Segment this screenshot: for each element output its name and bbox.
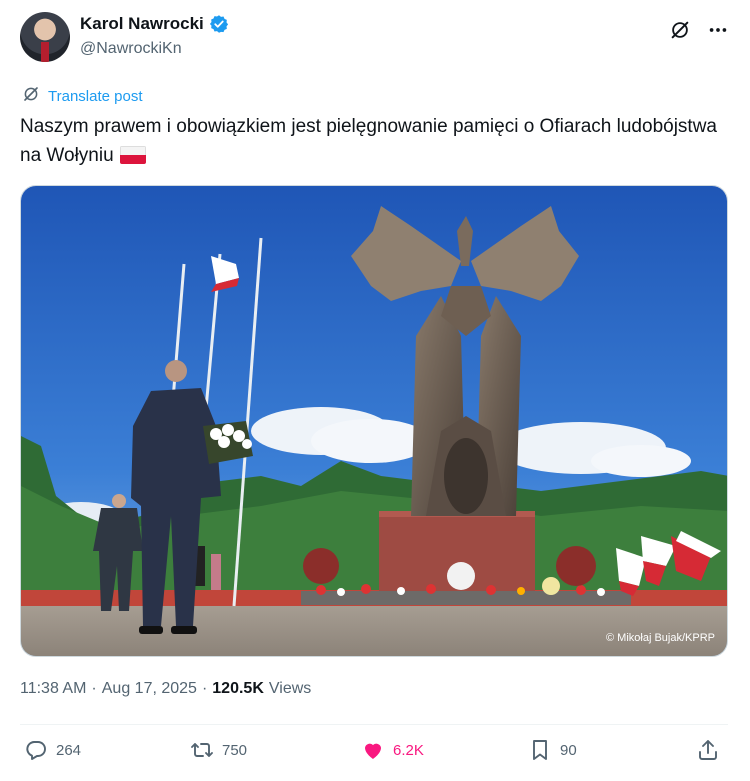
divider: [20, 724, 728, 725]
post-meta: 11:38 AM · Aug 17, 2025 · 120.5K Views: [20, 680, 311, 698]
poland-flag-icon: [119, 146, 146, 164]
reply-button[interactable]: 264: [24, 738, 81, 762]
reply-icon: [26, 741, 46, 760]
action-bar: 264 750 6.2K 90: [20, 738, 728, 772]
author-handle[interactable]: @NawrockiKn: [80, 40, 182, 58]
more-options-icon[interactable]: [706, 18, 730, 42]
meta-separator: ·: [91, 680, 97, 697]
photo-credit: © Mikołaj Bujak/KPRP: [606, 632, 715, 644]
views-label: Views: [268, 680, 312, 697]
post-time[interactable]: 11:38 AM: [20, 680, 86, 698]
bookmark-icon: [533, 740, 547, 760]
like-button[interactable]: 6.2K: [361, 738, 424, 762]
reply-count: 264: [56, 741, 82, 759]
translate-icon: [22, 85, 40, 108]
grok-icon[interactable]: [668, 18, 692, 42]
header-actions: [668, 18, 730, 42]
post-text: Naszym prawem i obowiązkiem jest pielęgn…: [20, 112, 720, 170]
share-icon: [699, 740, 717, 760]
meta-separator: ·: [201, 680, 208, 697]
author-name-row: Karol Nawrocki: [80, 14, 229, 34]
post-header: Karol Nawrocki @NawrockiKn: [20, 12, 730, 64]
avatar[interactable]: [20, 12, 70, 62]
translate-post-link[interactable]: Translate post: [22, 85, 143, 108]
display-name[interactable]: Karol Nawrocki: [80, 14, 204, 34]
views-count: 120.5K: [212, 680, 264, 697]
repost-count: 750: [222, 741, 248, 759]
translate-label[interactable]: Translate post: [48, 88, 143, 105]
bookmark-button[interactable]: 90: [528, 738, 577, 762]
share-button[interactable]: [696, 738, 720, 762]
post-image[interactable]: © Mikołaj Bujak/KPRP: [20, 185, 728, 657]
like-count: 6.2K: [393, 741, 424, 759]
bookmark-count: 90: [560, 741, 577, 759]
heart-filled-icon: [365, 743, 381, 759]
post-date[interactable]: Aug 17, 2025: [102, 680, 197, 698]
repost-button[interactable]: 750: [190, 738, 247, 762]
verified-badge-icon[interactable]: [209, 14, 229, 34]
memorial-photo: [21, 186, 727, 656]
repost-icon: [191, 743, 213, 757]
